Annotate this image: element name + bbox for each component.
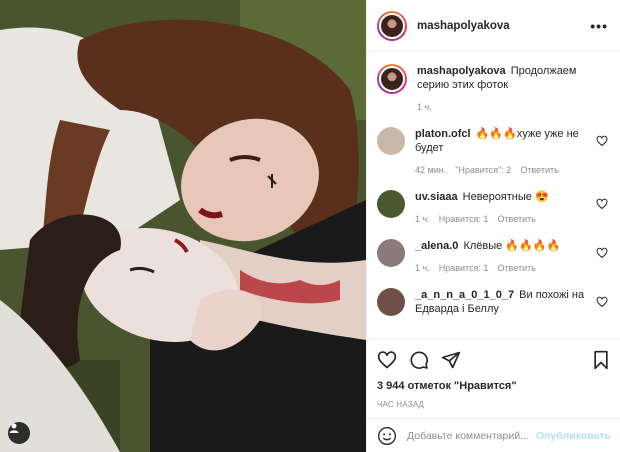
- add-comment-bar: Опубликовать: [367, 418, 620, 452]
- comment-time: 1 ч.: [415, 214, 430, 224]
- comment-time: 42 мин.: [415, 165, 447, 175]
- comment-item: _a_n_n_a_0_1_0_7 Ви похожі на Едварда і …: [377, 288, 608, 316]
- comment-heart-icon[interactable]: [596, 296, 608, 308]
- caption-username[interactable]: mashapolyakova: [417, 65, 506, 77]
- post-actions: 3 944 отметок "Нравится" ЧАС НАЗАД: [367, 339, 620, 409]
- comment-likes[interactable]: Нравится: 1: [439, 261, 489, 275]
- comment-heart-icon[interactable]: [596, 135, 608, 147]
- comment-likes[interactable]: Нравится: 1: [439, 212, 489, 226]
- commenter-avatar[interactable]: [377, 239, 405, 267]
- comment-username[interactable]: uv.siaaa: [415, 191, 458, 203]
- comments-list[interactable]: mashapolyakova Продолжаем серию этих фот…: [367, 52, 620, 339]
- comment-item: uv.siaaa Невероятные 😍 1 ч. Нравится: 1 …: [377, 190, 608, 226]
- heart-icon[interactable]: [377, 350, 397, 370]
- comment-likes[interactable]: "Нравится": 2: [455, 163, 511, 177]
- commenter-avatar[interactable]: [377, 127, 405, 155]
- author-avatar[interactable]: [377, 10, 407, 41]
- comment-time: 1 ч.: [415, 263, 430, 273]
- comment-text: Клёвые 🔥🔥🔥🔥: [463, 240, 561, 252]
- post-timestamp: ЧАС НАЗАД: [377, 400, 425, 409]
- user-tag-icon[interactable]: [8, 422, 30, 444]
- reply-button[interactable]: Ответить: [497, 261, 535, 275]
- post-header: mashapolyakova •••: [367, 0, 620, 52]
- more-icon[interactable]: •••: [590, 18, 608, 34]
- comment-username[interactable]: _alena.0: [415, 240, 458, 252]
- caption-time: 1 ч.: [417, 102, 432, 112]
- comment-text: Невероятные 😍: [462, 191, 549, 203]
- post-photo[interactable]: [0, 0, 366, 452]
- caption: mashapolyakova Продолжаем серию этих фот…: [377, 64, 608, 114]
- comment-username[interactable]: platon.ofcl: [415, 128, 471, 140]
- comment-icon[interactable]: [409, 350, 429, 370]
- commenter-avatar[interactable]: [377, 190, 405, 218]
- likes-count[interactable]: 3 944 отметок "Нравится": [377, 380, 611, 392]
- reply-button[interactable]: Ответить: [520, 163, 558, 177]
- reply-button[interactable]: Ответить: [497, 212, 535, 226]
- comment-heart-icon[interactable]: [596, 198, 608, 210]
- caption-avatar[interactable]: [377, 64, 407, 94]
- comment-item: _alena.0 Клёвые 🔥🔥🔥🔥 1 ч. Нравится: 1 От…: [377, 239, 608, 275]
- comment-input[interactable]: [407, 429, 537, 442]
- share-icon[interactable]: [441, 350, 461, 370]
- comment-heart-icon[interactable]: [596, 247, 608, 259]
- author-username[interactable]: mashapolyakova: [417, 20, 590, 32]
- comment-item: platon.ofcl 🔥🔥🔥хуже уже не будет 42 мин.…: [377, 127, 608, 177]
- post-comment-button[interactable]: Опубликовать: [536, 430, 611, 442]
- bookmark-icon[interactable]: [591, 350, 611, 370]
- post-sidebar: mashapolyakova ••• mashapolyakova Продол…: [366, 0, 620, 452]
- emoji-icon[interactable]: [377, 426, 397, 446]
- photo-artwork: [0, 0, 366, 452]
- comment-username[interactable]: _a_n_n_a_0_1_0_7: [415, 289, 514, 301]
- commenter-avatar[interactable]: [377, 288, 405, 316]
